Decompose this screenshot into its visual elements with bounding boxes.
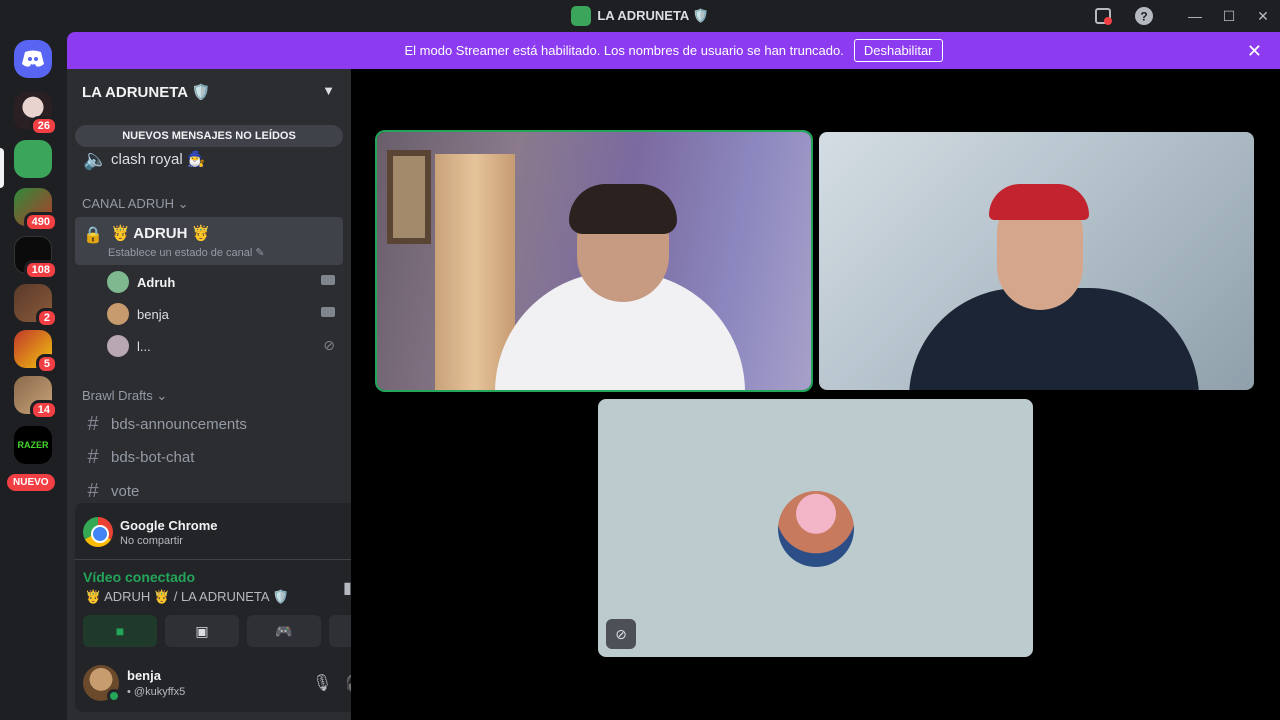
user-tag: • @kukyffx5 xyxy=(127,686,186,698)
picture-frame xyxy=(387,150,431,244)
channel-label: 🤴 ADRUH 🤴 xyxy=(111,225,211,242)
unread-badge: 26 xyxy=(29,116,58,136)
video-tile-3[interactable]: ⊘ xyxy=(598,399,1033,657)
channel-label: vote xyxy=(111,482,140,500)
red-cap xyxy=(989,184,1089,220)
member-name: benja xyxy=(137,306,169,322)
video-tile-1[interactable] xyxy=(375,130,813,392)
avatar xyxy=(107,271,129,293)
speaker-icon: 🔈 xyxy=(83,148,108,171)
category-canal-adruh[interactable]: CANAL ADRUH ⌄ xyxy=(82,196,189,212)
unread-badge: 108 xyxy=(23,260,58,280)
server-icon-5[interactable]: 2 xyxy=(14,284,58,328)
camera-icon: ■ xyxy=(115,623,125,639)
new-servers-badge[interactable]: NUEVO xyxy=(7,474,55,491)
lock-icon: 🔒 xyxy=(83,227,103,244)
hash-icon: # xyxy=(87,445,99,468)
activities-button[interactable]: 🎮 xyxy=(247,615,321,647)
muted-mic-icon: ⊘ xyxy=(606,619,636,649)
text-channel-bds-announcements[interactable]: # bds-announcements xyxy=(75,408,343,440)
close-window-button[interactable]: ✕ xyxy=(1246,0,1280,32)
voice-member-benja[interactable]: benja xyxy=(107,300,335,328)
category-brawl-drafts[interactable]: Brawl Drafts ⌄ xyxy=(82,388,167,404)
channel-status[interactable]: Establece un estado de canal ✎ xyxy=(108,246,265,259)
online-status-icon xyxy=(107,689,121,703)
server-mini-icon xyxy=(571,6,592,26)
share-screen-button[interactable]: ▣ xyxy=(165,615,239,647)
channel-label: bds-bot-chat xyxy=(111,448,195,466)
camera-button[interactable]: ■ xyxy=(83,615,157,647)
unread-badge: 5 xyxy=(35,354,58,374)
server-rail: 26 490 108 2 5 14 RAZER NUEVO xyxy=(0,32,66,720)
microphone-icon[interactable]: 🎙 xyxy=(312,673,332,693)
screen-share-icon: ▣ xyxy=(195,622,209,639)
activity-app: Google Chrome xyxy=(120,518,218,533)
member-name: Adruh xyxy=(137,274,176,290)
server-icon-4[interactable]: 108 xyxy=(14,236,58,280)
guild-name: LA ADRUNETA 🛡️ xyxy=(82,84,211,101)
unread-badge: 490 xyxy=(23,212,58,232)
window-title: LA ADRUNETA 🛡️ xyxy=(571,6,709,26)
help-icon[interactable]: ? xyxy=(1134,6,1154,26)
avatar xyxy=(778,491,854,567)
streamer-mode-banner: El modo Streamer está habilitado. Los no… xyxy=(67,32,1280,69)
inbox-icon[interactable] xyxy=(1093,6,1113,26)
video-icon xyxy=(321,275,335,285)
activity-state: No compartir xyxy=(120,535,183,547)
avatar xyxy=(107,303,129,325)
video-tile-2[interactable] xyxy=(819,132,1254,390)
window-controls: — ☐ ✕ xyxy=(1178,0,1280,32)
window-title-text: LA ADRUNETA 🛡️ xyxy=(597,8,709,23)
selected-server-pill xyxy=(0,148,4,188)
server-icon-3[interactable]: 490 xyxy=(14,188,58,232)
chevron-down-icon: ▼ xyxy=(322,83,335,98)
unread-badge: 2 xyxy=(35,308,58,328)
gamepad-icon: 🎮 xyxy=(275,622,293,639)
server-icon-la-adruneta[interactable] xyxy=(14,140,52,178)
voice-channel-adruh[interactable]: 🔒 🤴 ADRUH 🤴 Establece un estado de canal… xyxy=(75,217,343,265)
title-bar: LA ADRUNETA 🛡️ ? — ☐ ✕ xyxy=(0,0,1280,32)
guild-header[interactable]: LA ADRUNETA 🛡️ ▼ xyxy=(67,69,351,115)
headphones xyxy=(569,184,677,234)
text-channel-bds-bot-chat[interactable]: # bds-bot-chat xyxy=(75,441,343,473)
voice-channel-clash-royal[interactable]: 🔈 clash royal 🧙‍♂️ xyxy=(75,143,343,175)
muted-mic-icon: ⊘ xyxy=(323,337,335,353)
server-icon-1[interactable]: 26 xyxy=(14,92,58,136)
channel-sidebar: LA ADRUNETA 🛡️ ▼ NUEVOS MENSAJES NO LEÍD… xyxy=(67,69,411,720)
video-stage: ⊘ xyxy=(351,69,1280,720)
hash-icon: # xyxy=(87,479,99,502)
banner-text: El modo Streamer está habilitado. Los no… xyxy=(404,43,844,58)
user-name[interactable]: benja xyxy=(127,668,161,683)
member-name: l... xyxy=(137,338,151,354)
discord-home-icon[interactable] xyxy=(14,40,52,78)
unread-badge: 14 xyxy=(29,400,58,420)
channel-label: bds-announcements xyxy=(111,415,247,433)
chrome-icon xyxy=(83,517,113,547)
disable-streamer-button[interactable]: Deshabilitar xyxy=(853,39,943,62)
close-banner-icon[interactable]: ✕ xyxy=(1247,41,1262,62)
channel-label: clash royal 🧙‍♂️ xyxy=(111,151,206,168)
svg-text:?: ? xyxy=(1140,10,1147,24)
voice-location[interactable]: 🤴 ADRUH 🤴 / LA ADRUNETA 🛡️ xyxy=(85,589,289,605)
voice-state[interactable]: Vídeo conectado xyxy=(83,569,195,585)
voice-member-3[interactable]: l... ⊘ xyxy=(107,332,335,360)
minimize-button[interactable]: — xyxy=(1178,0,1212,32)
server-icon-7[interactable]: 14 xyxy=(14,376,58,420)
server-icon-razer[interactable]: RAZER xyxy=(14,426,52,464)
video-icon xyxy=(321,307,335,317)
avatar xyxy=(107,335,129,357)
server-icon-6[interactable]: 5 xyxy=(14,330,58,374)
maximize-button[interactable]: ☐ xyxy=(1212,0,1246,32)
hash-icon: # xyxy=(87,412,99,435)
voice-member-adruh[interactable]: Adruh xyxy=(107,268,335,296)
